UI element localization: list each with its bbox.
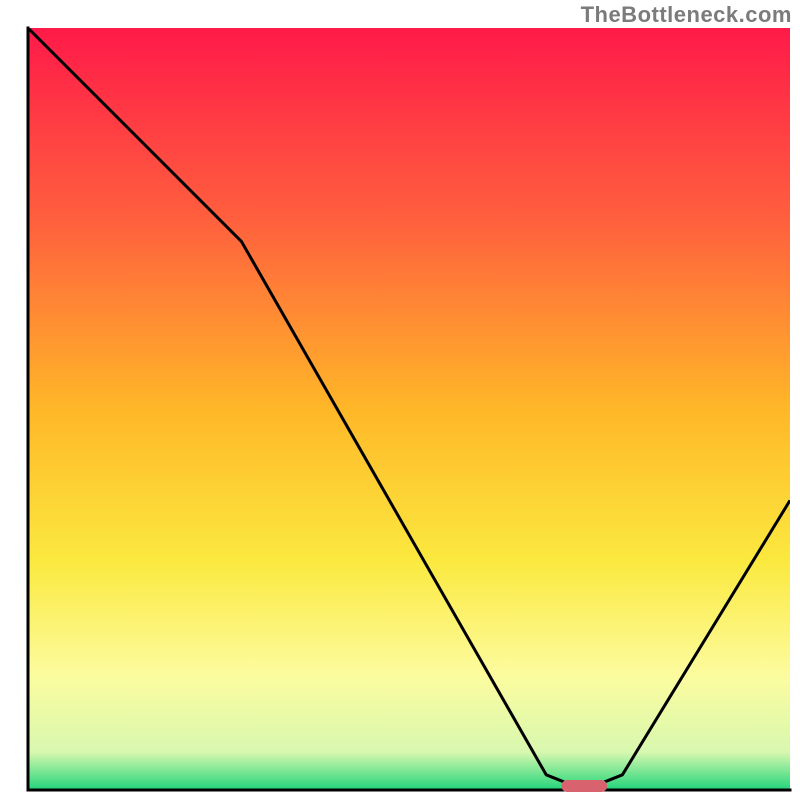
chart-container: TheBottleneck.com <box>0 0 800 800</box>
bottleneck-chart <box>0 0 800 800</box>
optimal-marker <box>561 780 607 792</box>
